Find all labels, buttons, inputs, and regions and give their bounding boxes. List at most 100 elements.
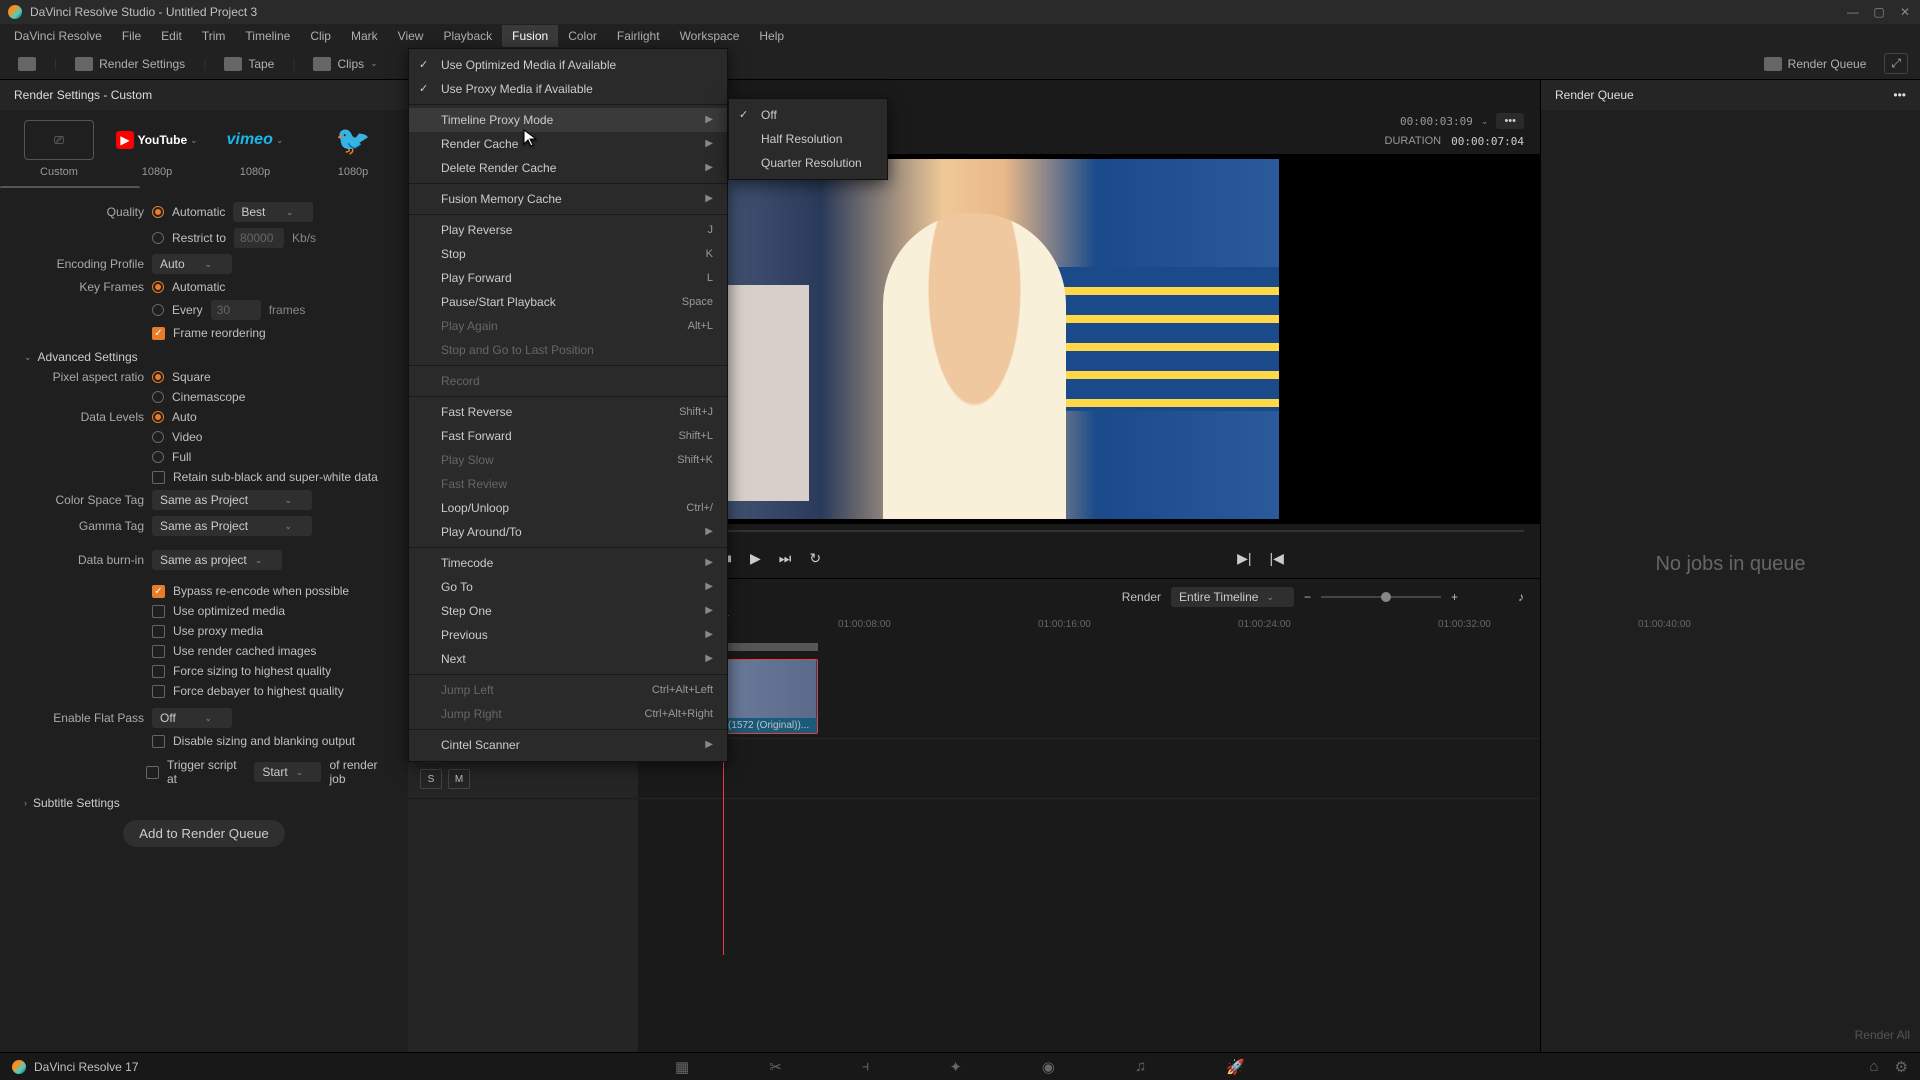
menu-item-play-reverse[interactable]: Play ReverseJ bbox=[409, 218, 727, 242]
submenu-half-resolution[interactable]: Half Resolution bbox=[729, 127, 887, 151]
media-page-icon[interactable]: ▦ bbox=[675, 1058, 689, 1076]
menu-item-fast-reverse[interactable]: Fast ReverseShift+J bbox=[409, 400, 727, 424]
frame-reorder-checkbox[interactable]: ✓ bbox=[152, 327, 165, 340]
quality-restrict-radio[interactable] bbox=[152, 232, 164, 244]
menu-help[interactable]: Help bbox=[749, 25, 794, 47]
zoom-out-icon[interactable]: − bbox=[1304, 590, 1311, 604]
menu-timeline[interactable]: Timeline bbox=[235, 25, 300, 47]
quality-select[interactable]: Best⌄ bbox=[233, 202, 313, 222]
quick-export-icon[interactable] bbox=[12, 53, 42, 75]
menu-item-next[interactable]: Next▶ bbox=[409, 647, 727, 671]
fairlight-page-icon[interactable]: ♫ bbox=[1135, 1058, 1146, 1075]
kf-every-radio[interactable] bbox=[152, 304, 164, 316]
flat-pass-select[interactable]: Off⌄ bbox=[152, 708, 232, 728]
menu-item-pause-start-playback[interactable]: Pause/Start PlaybackSpace bbox=[409, 290, 727, 314]
gamma-tag-select[interactable]: Same as Project⌄ bbox=[152, 516, 312, 536]
disable-sizing-checkbox[interactable] bbox=[152, 735, 165, 748]
dl-retain-checkbox[interactable] bbox=[152, 471, 165, 484]
home-icon[interactable]: ⌂ bbox=[1869, 1058, 1878, 1076]
clips-button[interactable]: Clips⌄ bbox=[307, 53, 383, 75]
cut-page-icon[interactable]: ✂ bbox=[769, 1058, 782, 1076]
maximize-icon[interactable]: ▢ bbox=[1872, 5, 1886, 19]
bypass-checkbox[interactable]: ✓ bbox=[152, 585, 165, 598]
menu-mark[interactable]: Mark bbox=[341, 25, 388, 47]
render-all-button[interactable]: Render All bbox=[1855, 1028, 1910, 1042]
go-first-icon[interactable]: |◀ bbox=[1269, 550, 1283, 567]
edit-page-icon[interactable]: ⫞ bbox=[862, 1058, 870, 1075]
timeline-ruler[interactable]: 01:00:00:0001:00:08:0001:00:16:0001:00:2… bbox=[638, 615, 1540, 655]
preset-vimeo[interactable]: vimeo⌄ 1080p bbox=[210, 120, 300, 178]
menu-item-use-optimized-media-if-available[interactable]: ✓Use Optimized Media if Available bbox=[409, 53, 727, 77]
mute-button[interactable]: M bbox=[448, 769, 470, 789]
menu-item-play-forward[interactable]: Play ForwardL bbox=[409, 266, 727, 290]
menu-item-fusion-memory-cache[interactable]: Fusion Memory Cache▶ bbox=[409, 187, 727, 211]
track-lane-a1[interactable] bbox=[638, 739, 1540, 799]
settings-icon[interactable]: ⚙ bbox=[1895, 1058, 1908, 1076]
submenu-quarter-resolution[interactable]: Quarter Resolution bbox=[729, 151, 887, 175]
audio-icon[interactable]: ♪ bbox=[1518, 590, 1524, 604]
burn-in-select[interactable]: Same as project⌄ bbox=[152, 550, 282, 570]
menu-item-timeline-proxy-mode[interactable]: Timeline Proxy Mode▶ bbox=[409, 108, 727, 132]
render-settings-button[interactable]: Render Settings bbox=[69, 53, 191, 75]
menu-fusion[interactable]: Fusion bbox=[502, 25, 558, 47]
menu-item-loop-unloop[interactable]: Loop/UnloopCtrl+/ bbox=[409, 496, 727, 520]
fusion-page-icon[interactable]: ✦ bbox=[949, 1058, 962, 1076]
render-range-select[interactable]: Entire Timeline⌄ bbox=[1171, 587, 1294, 607]
track-lane-v1[interactable]: train_station_...(1572 (Original))... bbox=[638, 655, 1540, 739]
solo-button[interactable]: S bbox=[420, 769, 442, 789]
menu-file[interactable]: File bbox=[112, 25, 151, 47]
tape-button[interactable]: Tape bbox=[218, 53, 280, 75]
menu-view[interactable]: View bbox=[388, 25, 434, 47]
queue-options-icon[interactable]: ••• bbox=[1893, 88, 1906, 102]
preset-scrollbar[interactable] bbox=[0, 186, 140, 188]
menu-item-use-proxy-media-if-available[interactable]: ✓Use Proxy Media if Available bbox=[409, 77, 727, 101]
loop-icon[interactable]: ↻ bbox=[809, 550, 821, 567]
dl-full-radio[interactable] bbox=[152, 451, 164, 463]
force-debayer-checkbox[interactable] bbox=[152, 685, 165, 698]
viewer-options-button[interactable]: ••• bbox=[1496, 113, 1524, 129]
preset-youtube[interactable]: ▶YouTube⌄ 1080p bbox=[112, 120, 202, 178]
menu-item-render-cache[interactable]: Render Cache▶ bbox=[409, 132, 727, 156]
menu-item-delete-render-cache[interactable]: Delete Render Cache▶ bbox=[409, 156, 727, 180]
menu-edit[interactable]: Edit bbox=[151, 25, 192, 47]
menu-workspace[interactable]: Workspace bbox=[670, 25, 750, 47]
par-square-radio[interactable] bbox=[152, 371, 164, 383]
zoom-slider[interactable] bbox=[1321, 596, 1441, 598]
go-last-icon[interactable]: ▶| bbox=[1237, 550, 1251, 567]
subtitle-settings-header[interactable]: ›Subtitle Settings bbox=[24, 796, 394, 810]
close-icon[interactable]: ✕ bbox=[1898, 5, 1912, 19]
trigger-checkbox[interactable] bbox=[146, 766, 159, 779]
preset-custom[interactable]: ⎚ Custom bbox=[14, 120, 104, 178]
expand-icon[interactable]: ⤢ bbox=[1884, 53, 1908, 74]
menu-trim[interactable]: Trim bbox=[192, 25, 236, 47]
color-page-icon[interactable]: ◉ bbox=[1042, 1058, 1055, 1076]
kf-auto-radio[interactable] bbox=[152, 281, 164, 293]
dl-video-radio[interactable] bbox=[152, 431, 164, 443]
use-proxy-checkbox[interactable] bbox=[152, 625, 165, 638]
use-cached-checkbox[interactable] bbox=[152, 645, 165, 658]
menu-item-fast-forward[interactable]: Fast ForwardShift+L bbox=[409, 424, 727, 448]
quality-auto-radio[interactable] bbox=[152, 206, 164, 218]
kf-input[interactable]: 30 bbox=[211, 300, 261, 320]
advanced-settings-header[interactable]: ⌄Advanced Settings bbox=[24, 350, 394, 364]
menu-item-go-to[interactable]: Go To▶ bbox=[409, 575, 727, 599]
menu-color[interactable]: Color bbox=[558, 25, 607, 47]
menu-item-step-one[interactable]: Step One▶ bbox=[409, 599, 727, 623]
submenu-off[interactable]: ✓Off bbox=[729, 103, 887, 127]
menu-item-previous[interactable]: Previous▶ bbox=[409, 623, 727, 647]
menu-item-play-around-to[interactable]: Play Around/To▶ bbox=[409, 520, 727, 544]
menu-fairlight[interactable]: Fairlight bbox=[607, 25, 670, 47]
menu-davinci-resolve[interactable]: DaVinci Resolve bbox=[4, 25, 112, 47]
menu-clip[interactable]: Clip bbox=[300, 25, 341, 47]
menu-item-stop[interactable]: StopK bbox=[409, 242, 727, 266]
menu-playback[interactable]: Playback bbox=[433, 25, 502, 47]
encoding-profile-select[interactable]: Auto⌄ bbox=[152, 254, 232, 274]
restrict-input[interactable]: 80000 bbox=[234, 228, 284, 248]
minimize-icon[interactable]: — bbox=[1846, 5, 1860, 19]
trigger-select[interactable]: Start⌄ bbox=[254, 762, 321, 782]
add-to-render-queue-button[interactable]: Add to Render Queue bbox=[123, 820, 285, 847]
force-size-checkbox[interactable] bbox=[152, 665, 165, 678]
play-icon[interactable]: ▶ bbox=[750, 550, 761, 567]
menu-item-cintel-scanner[interactable]: Cintel Scanner▶ bbox=[409, 733, 727, 757]
preset-twitter[interactable]: 🐦 1080p bbox=[308, 120, 398, 178]
